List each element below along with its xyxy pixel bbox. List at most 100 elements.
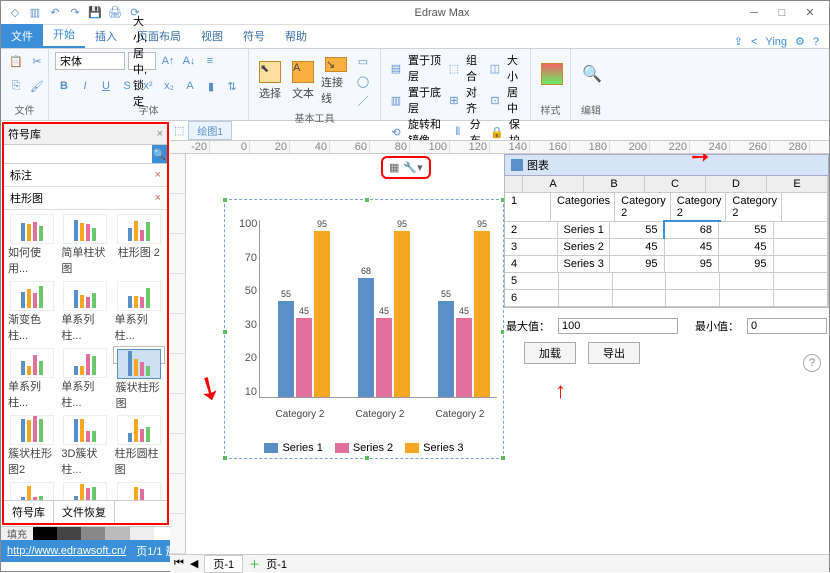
grid-cell[interactable]: Category 2 [671,193,727,222]
symbol-item[interactable]: 单系列柱... [59,346,111,412]
symbol-item[interactable]: 3D簇状柱... [59,413,111,479]
data-grid[interactable]: ABCDE1CategoriesCategory 2Category 2Cate… [504,176,829,308]
load-button[interactable]: 加载 [524,342,576,364]
shape-ellipse-icon[interactable]: ◯ [354,72,372,90]
max-input[interactable] [558,318,678,334]
grid-cell[interactable]: 95 [665,256,720,273]
close-button[interactable]: ✕ [799,4,821,22]
shape-line-icon[interactable]: ／ [354,92,372,110]
settings-icon[interactable]: ⚙ [795,35,805,48]
paste-icon[interactable]: 📋 [7,52,25,70]
grid-cell[interactable] [774,222,829,239]
page-nav-prev-icon[interactable]: ◀ [190,557,198,570]
chart-object[interactable]: 1007050302010 554595684595554595 Categor… [224,199,504,459]
underline-icon[interactable]: U [97,77,115,95]
status-url[interactable]: http://www.edrawsoft.cn/ [7,545,126,557]
cat-bar[interactable]: 柱形图 [10,190,43,206]
export-button[interactable]: 导出 [588,342,640,364]
size-icon[interactable]: ◫ [486,59,504,77]
floating-toolbar[interactable]: ▦ 🔧▾ [381,156,431,179]
symbol-item[interactable]: 单系列柱... [59,279,111,345]
symbol-item[interactable]: 渐变色柱... [6,279,58,345]
sidebar-tab-lib[interactable]: 符号库 [4,501,54,523]
symbol-item[interactable]: 堆积柱形图 [59,480,111,500]
grid-cell[interactable]: Series 1 [558,222,611,239]
shape-rect-icon[interactable]: ▭ [354,52,372,70]
color-swatch[interactable] [105,527,129,540]
grid-cell[interactable]: 55 [610,222,665,239]
size-select[interactable]: 大小,居中,锁定 [128,52,156,70]
menu-tab-view[interactable]: 视图 [191,24,233,48]
grid-cell[interactable] [774,256,829,273]
page-tab[interactable]: 页-1 [204,555,243,573]
symbol-item[interactable]: 簇状柱形图 [113,346,165,364]
help-float-icon[interactable]: ? [803,354,821,372]
menu-tab-start[interactable]: 开始 [43,22,85,48]
color-swatch[interactable] [81,527,105,540]
grid-cell[interactable]: Series 3 [558,256,611,273]
grid-cell[interactable]: 95 [610,256,665,273]
redo-icon[interactable]: ↷ [67,5,83,21]
strike-icon[interactable]: S [118,77,136,95]
user-label[interactable]: Ying [765,36,787,48]
connector-tool[interactable]: ↘连接线 [321,59,351,103]
symbol-item[interactable]: 单系列柱... [113,279,165,345]
color-swatch[interactable] [57,527,81,540]
wrench-icon[interactable]: 🔧▾ [403,161,422,174]
symbol-item[interactable]: 单系列柱... [6,346,58,412]
menu-tab-symbol[interactable]: 符号 [233,24,275,48]
center-icon[interactable]: ⊡ [486,91,504,109]
symbol-item[interactable]: 柱形图 2 [113,212,165,278]
style-button[interactable] [537,52,567,96]
save-icon[interactable]: 💾 [87,5,103,21]
grid-cell[interactable]: Category 2 [726,193,782,222]
sidebar-tab-recover[interactable]: 文件恢复 [54,501,115,523]
grid-cell[interactable]: 45 [610,239,665,256]
menu-file[interactable]: 文件 [1,24,43,48]
symbol-item[interactable]: 3D堆积柱... [113,480,165,500]
grid-cell[interactable] [782,193,828,222]
cat-close-icon[interactable]: × [155,192,161,204]
grid-cell[interactable]: 95 [719,256,774,273]
italic-icon[interactable]: I [76,77,94,95]
symbol-item[interactable]: 簇状柱形图2 [6,413,58,479]
color-swatch[interactable] [33,527,57,540]
doc-tab[interactable]: 绘图1 [188,121,232,140]
bring-front-icon[interactable]: ▤ [387,59,405,77]
grid-cell[interactable]: Category 2 [615,193,671,222]
group-icon[interactable]: ⬚ [445,59,463,77]
undo-icon[interactable]: ↶ [47,5,63,21]
symbol-search[interactable] [4,145,152,163]
color-swatch[interactable] [130,527,154,540]
app-icon[interactable]: ◇ [7,5,23,21]
table-icon[interactable]: ▦ [389,161,399,174]
canvas[interactable]: ➘ ▦🔧▾ 1007050302010 554595684595554595 C… [186,154,829,554]
grow-font-icon[interactable]: A↑ [159,52,177,70]
close-panel-icon[interactable]: × [157,128,163,140]
symbol-item[interactable]: 堆积柱形图 [6,480,58,500]
cut-icon[interactable]: ✂ [28,52,46,70]
shrink-font-icon[interactable]: A↓ [180,52,198,70]
font-color-icon[interactable]: A [181,77,199,95]
help-icon[interactable]: ? [813,36,819,48]
edit-button[interactable]: 🔍 [577,52,607,96]
sub-icon[interactable]: x₂ [160,77,178,95]
minimize-button[interactable]: ─ [743,4,765,22]
print-icon[interactable]: 🖨 [107,5,123,21]
maximize-button[interactable]: □ [771,4,793,22]
grid-cell[interactable]: 55 [719,222,774,239]
grid-cell[interactable]: Series 2 [558,239,611,256]
share-icon[interactable]: < [751,36,757,48]
symbol-item[interactable]: 柱形圆柱图 [113,413,165,479]
new-icon[interactable]: ▥ [27,5,43,21]
grid-cell[interactable]: 45 [719,239,774,256]
format-icon[interactable]: 🖌 [28,77,46,95]
text-tool[interactable]: A文本 [288,59,318,103]
highlight-icon[interactable]: ▮ [202,77,220,95]
line-spacing-icon[interactable]: ⇅ [223,77,241,95]
search-icon[interactable]: 🔍 [152,145,167,163]
grid-cell[interactable]: Categories [551,193,615,222]
align-icon[interactable]: ⊞ [445,91,463,109]
select-tool[interactable]: ⬉选择 [255,59,285,103]
export-icon[interactable]: ⇪ [734,35,743,48]
